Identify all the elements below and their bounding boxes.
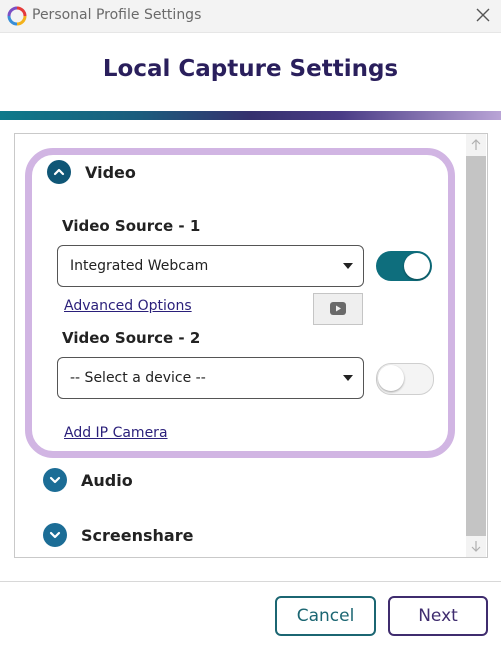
window-title: Personal Profile Settings xyxy=(32,7,202,23)
section-header-video[interactable]: Video xyxy=(47,160,197,186)
app-swirl-logo-icon xyxy=(7,6,27,26)
toggle-knob xyxy=(378,365,404,391)
video-source-2-toggle[interactable] xyxy=(376,363,434,395)
video-source-1-toggle[interactable] xyxy=(376,251,432,281)
video-source-1-select[interactable]: Integrated Webcam xyxy=(57,245,364,287)
next-button[interactable]: Next xyxy=(388,596,488,636)
video-source-2-label: Video Source - 2 xyxy=(62,329,201,347)
video-source-1-label: Video Source - 1 xyxy=(62,217,201,235)
caret-down-icon xyxy=(343,375,353,381)
cancel-button[interactable]: Cancel xyxy=(275,596,376,636)
scrollbar-thumb[interactable] xyxy=(466,156,486,536)
arrow-up-icon[interactable] xyxy=(469,138,483,152)
arrow-down-icon[interactable] xyxy=(469,539,483,553)
video-source-1-value: Integrated Webcam xyxy=(70,258,209,274)
footer-divider xyxy=(0,581,501,582)
chevron-up-icon xyxy=(47,160,71,184)
section-label-video: Video xyxy=(85,163,136,182)
chevron-down-icon xyxy=(43,523,67,547)
add-ip-camera-link[interactable]: Add IP Camera xyxy=(64,425,168,441)
video-source-2-value: -- Select a device -- xyxy=(70,370,206,386)
play-icon xyxy=(330,302,346,315)
page-title: Local Capture Settings xyxy=(102,56,399,82)
video-section-card: Video Video Source - 1 Integrated Webcam… xyxy=(25,148,455,458)
close-icon xyxy=(476,8,490,22)
toggle-knob xyxy=(404,253,430,279)
settings-scroll-panel: Video Video Source - 1 Integrated Webcam… xyxy=(14,133,488,558)
section-label-screenshare: Screenshare xyxy=(81,526,194,545)
close-button[interactable] xyxy=(470,4,496,28)
section-header-audio[interactable]: Audio xyxy=(43,468,193,494)
section-label-audio: Audio xyxy=(81,471,133,490)
preview-button[interactable] xyxy=(313,293,363,325)
chevron-down-icon xyxy=(43,468,67,492)
header-divider xyxy=(0,111,501,120)
caret-down-icon xyxy=(343,263,353,269)
title-bar: Personal Profile Settings xyxy=(0,0,501,33)
video-source-2-select[interactable]: -- Select a device -- xyxy=(57,357,364,399)
advanced-options-link[interactable]: Advanced Options xyxy=(64,298,192,314)
section-header-screenshare[interactable]: Screenshare xyxy=(43,523,223,549)
